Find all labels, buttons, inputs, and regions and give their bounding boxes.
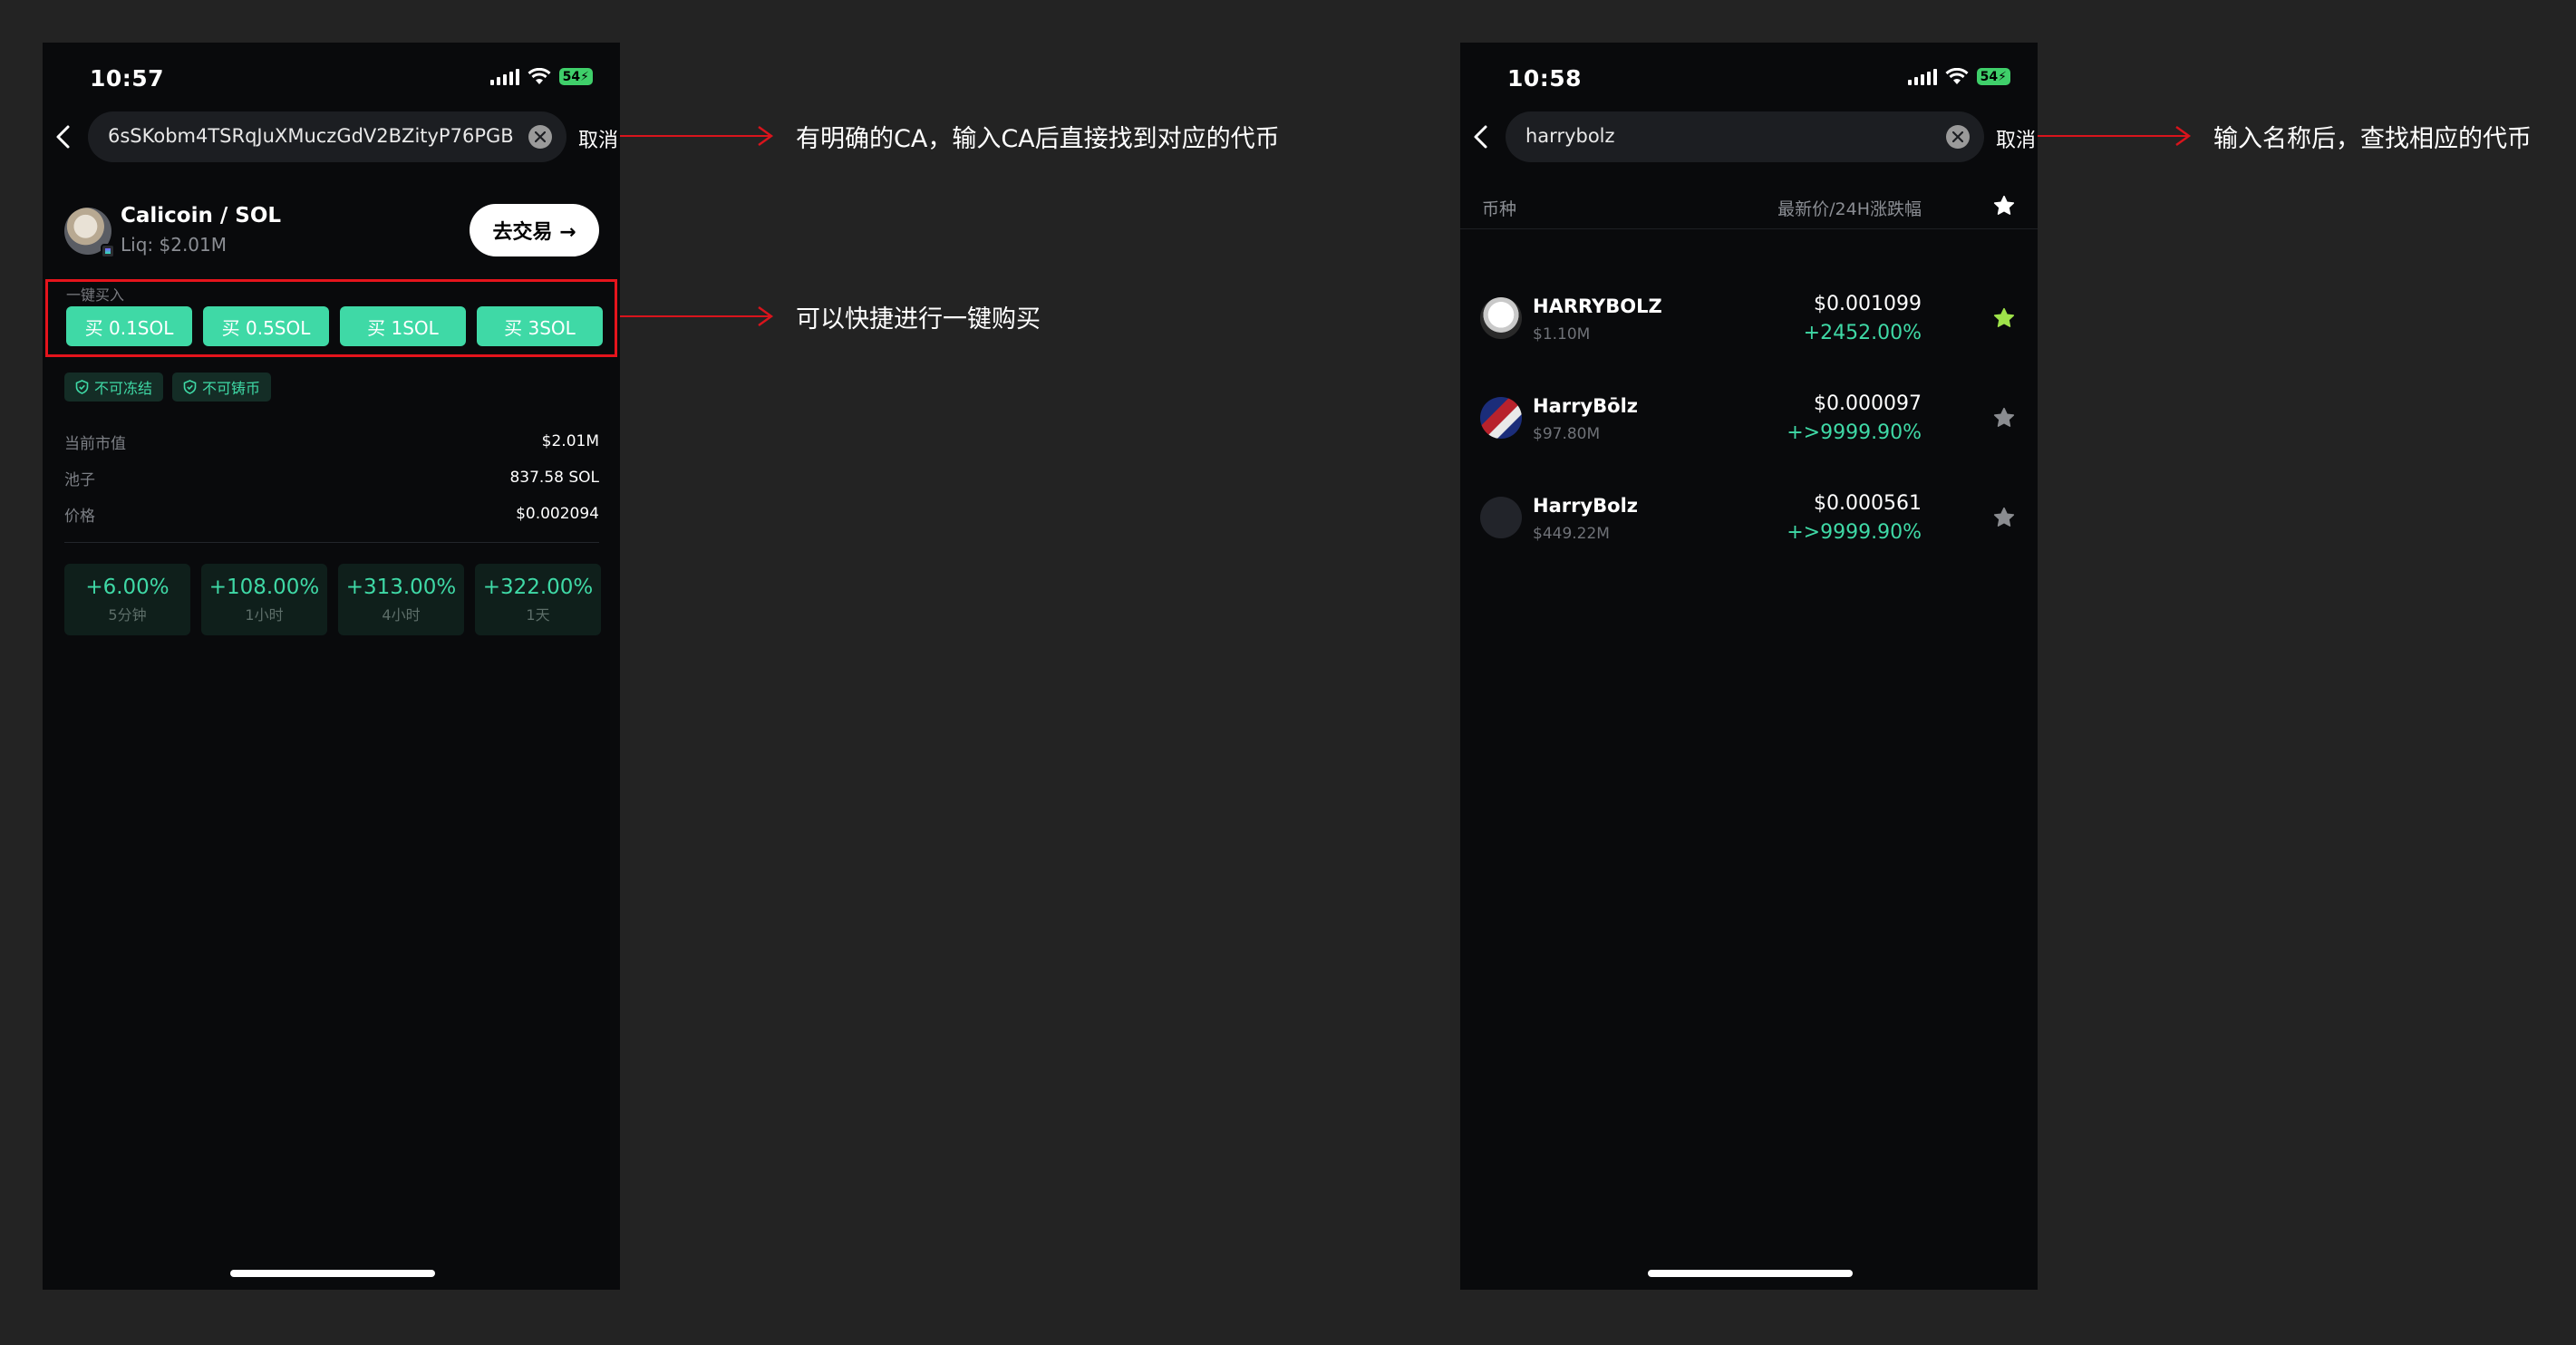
shield-check-icon [183, 380, 197, 394]
search-bar: 6sSKobm4TSRqJuXMuczGdV2BZityP76PGB 取消 [43, 111, 620, 162]
buy-3-sol-button[interactable]: 买 3SOL [477, 306, 603, 346]
search-input-value: 6sSKobm4TSRqJuXMuczGdV2BZityP76PGB [108, 125, 514, 147]
favorites-star-icon[interactable] [1992, 194, 2016, 218]
status-icons: 54 ⚡ [489, 68, 593, 85]
battery-icon: 54 ⚡ [558, 68, 593, 85]
go-trade-button[interactable]: 去交易 → [470, 204, 599, 256]
coin-market-cap: $97.80M [1533, 425, 1601, 443]
search-input-value: harrybolz [1525, 125, 1615, 147]
badge-not-freezable: 不可冻结 [64, 373, 164, 402]
shield-check-icon [75, 380, 89, 394]
search-input[interactable]: 6sSKobm4TSRqJuXMuczGdV2BZityP76PGB [88, 111, 567, 162]
signal-icon [489, 68, 519, 85]
coin-name: HarryBōlz [1533, 395, 1639, 417]
search-bar: harrybolz 取消 [1460, 111, 2038, 162]
pair-name: Calicoin / SOL [121, 204, 282, 227]
quick-buy-highlight: 一键买入 买 0.1SOL 买 0.5SOL 买 1SOL 买 3SOL [45, 279, 617, 357]
solana-chain-icon [101, 244, 115, 258]
change-card-1d[interactable]: +322.00% 1天 [475, 564, 601, 635]
coin-row-harrybolz-1[interactable]: HARRYBOLZ $1.10M $0.001099 +2452.00% [1460, 271, 2038, 371]
annotation-arrow [620, 303, 774, 330]
annotation-quick-buy: 可以快捷进行一键购买 [796, 305, 1041, 334]
coin-name: HarryBolz [1533, 495, 1639, 517]
coin-name: HARRYBOLZ [1533, 295, 1662, 317]
annotation-arrow [2038, 122, 2192, 150]
coin-market-cap: $1.10M [1533, 325, 1591, 344]
wifi-icon [528, 68, 551, 84]
search-input[interactable]: harrybolz [1506, 111, 1984, 162]
home-indicator [1648, 1270, 1853, 1277]
arrow-head-icon [758, 126, 774, 146]
coin-market-cap: $449.22M [1533, 525, 1610, 543]
token-stats: 当前市值 $2.01M 池子 837.58 SOL 价格 $0.002094 [64, 423, 599, 532]
results-header: 币种 最新价/24H涨跌幅 [1460, 183, 2038, 229]
security-badges: 不可冻结 不可铸币 [64, 373, 272, 402]
phone-screen-name-search: 10:58 54 ⚡ harrybolz 取消 币种 最新价/24H涨跌幅 HAR… [1460, 43, 2038, 1290]
wifi-icon [1945, 68, 1969, 84]
liquidity-label: Liq: $2.01M [121, 234, 228, 256]
coin-price: $0.000097 [1814, 392, 1922, 415]
buy-0.5-sol-button[interactable]: 买 0.5SOL [203, 306, 329, 346]
battery-icon: 54 ⚡ [1976, 68, 2010, 85]
price-change-cards: +6.00% 5分钟 +108.00% 1小时 +313.00% 4小时 +32… [64, 564, 601, 635]
coin-row-harrybolz-2[interactable]: HarryBōlz $97.80M $0.000097 +>9999.90% [1460, 371, 2038, 470]
cancel-button[interactable]: 取消 [578, 124, 618, 153]
signal-icon [1907, 68, 1937, 85]
back-arrow-icon[interactable] [48, 121, 81, 153]
phone-screen-contract-search: 10:57 54 ⚡ 6sSKobm4TSRqJuXMuczGdV2BZityP7… [43, 43, 620, 1290]
stat-market-cap: 当前市值 $2.01M [64, 432, 599, 453]
token-header: Calicoin / SOL Liq: $2.01M 去交易 → [64, 204, 599, 267]
buy-0.1-sol-button[interactable]: 买 0.1SOL [66, 306, 192, 346]
column-price-change[interactable]: 最新价/24H涨跌幅 [1777, 196, 1922, 220]
status-icons: 54 ⚡ [1907, 68, 2010, 85]
status-time: 10:57 [90, 65, 165, 92]
home-indicator [230, 1270, 435, 1277]
clear-search-icon[interactable] [528, 125, 552, 149]
stat-pool: 池子 837.58 SOL [64, 469, 599, 489]
stat-price: 价格 $0.002094 [64, 505, 599, 526]
coin-avatar [1480, 497, 1522, 538]
change-card-1h[interactable]: +108.00% 1小时 [201, 564, 327, 635]
buy-1-sol-button[interactable]: 买 1SOL [340, 306, 466, 346]
coin-change: +>9999.90% [1787, 521, 1922, 544]
coin-change: +>9999.90% [1787, 421, 1922, 444]
change-card-5m[interactable]: +6.00% 5分钟 [64, 564, 190, 635]
clear-search-icon[interactable] [1946, 125, 1970, 149]
column-coin: 币种 [1482, 199, 1517, 219]
favorite-star-icon[interactable] [1992, 306, 2016, 330]
coin-avatar [1480, 397, 1522, 439]
coin-row-harrybolz-3[interactable]: HarryBolz $449.22M $0.000561 +>9999.90% [1460, 470, 2038, 570]
annotation-name-search: 输入名称后，查找相应的代币 [2213, 125, 2532, 153]
status-time: 10:58 [1507, 65, 1583, 92]
coin-price: $0.001099 [1814, 293, 1922, 315]
arrow-head-icon [758, 306, 774, 326]
change-card-4h[interactable]: +313.00% 4小时 [338, 564, 464, 635]
coin-avatar [1480, 297, 1522, 339]
quick-buy-label: 一键买入 [66, 286, 125, 304]
favorite-star-icon[interactable] [1992, 406, 2016, 430]
favorite-star-icon[interactable] [1992, 506, 2016, 529]
cancel-button[interactable]: 取消 [1996, 124, 2036, 153]
annotation-arrow [620, 122, 774, 150]
coin-price: $0.000561 [1814, 492, 1922, 515]
badge-not-mintable: 不可铸币 [172, 373, 272, 402]
divider [64, 542, 599, 543]
coin-change: +2452.00% [1803, 322, 1922, 344]
annotation-contract-search: 有明确的CA，输入CA后直接找到对应的代币 [796, 125, 1280, 153]
arrow-head-icon [2175, 126, 2192, 146]
quick-buy-buttons: 买 0.1SOL 买 0.5SOL 买 1SOL 买 3SOL [66, 306, 603, 346]
back-arrow-icon[interactable] [1466, 121, 1498, 153]
